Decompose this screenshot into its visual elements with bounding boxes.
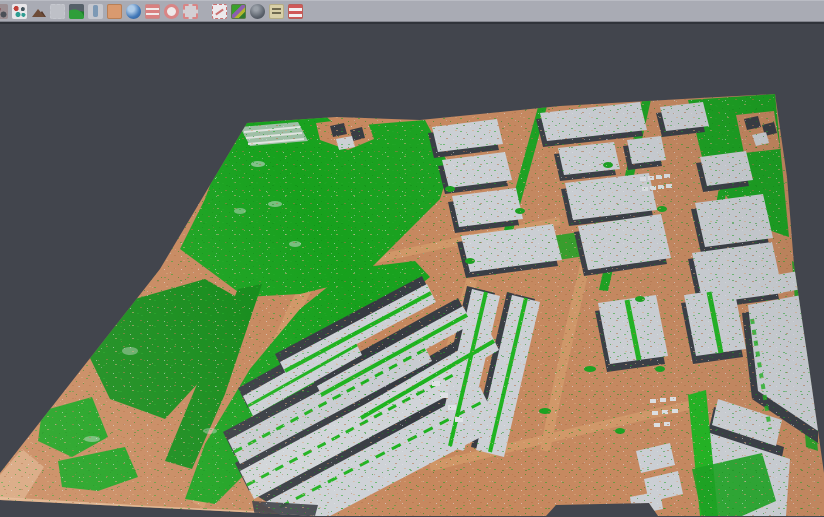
ortho-square-icon[interactable] [107, 4, 122, 19]
layers-icon[interactable] [145, 4, 160, 19]
classify-points-icon[interactable] [12, 4, 27, 19]
toolbar [0, 0, 824, 22]
clip-box-icon[interactable] [212, 4, 227, 19]
sphere-icon[interactable] [250, 4, 265, 19]
marquee-select-icon[interactable] [183, 4, 198, 19]
viewport [0, 22, 824, 516]
terrain-icon[interactable] [69, 4, 84, 19]
stripes-icon[interactable] [288, 4, 303, 19]
circle-select-icon[interactable] [164, 4, 179, 19]
mountain-icon[interactable] [31, 4, 46, 19]
point-cloud-icon[interactable] [0, 4, 8, 19]
annotation-icon[interactable] [269, 4, 284, 19]
column-icon[interactable] [88, 4, 103, 19]
globe-icon[interactable] [126, 4, 141, 19]
viewport-3d-scene[interactable] [0, 22, 824, 516]
colormap-icon[interactable] [231, 4, 246, 19]
faint-grid-icon[interactable] [50, 4, 65, 19]
